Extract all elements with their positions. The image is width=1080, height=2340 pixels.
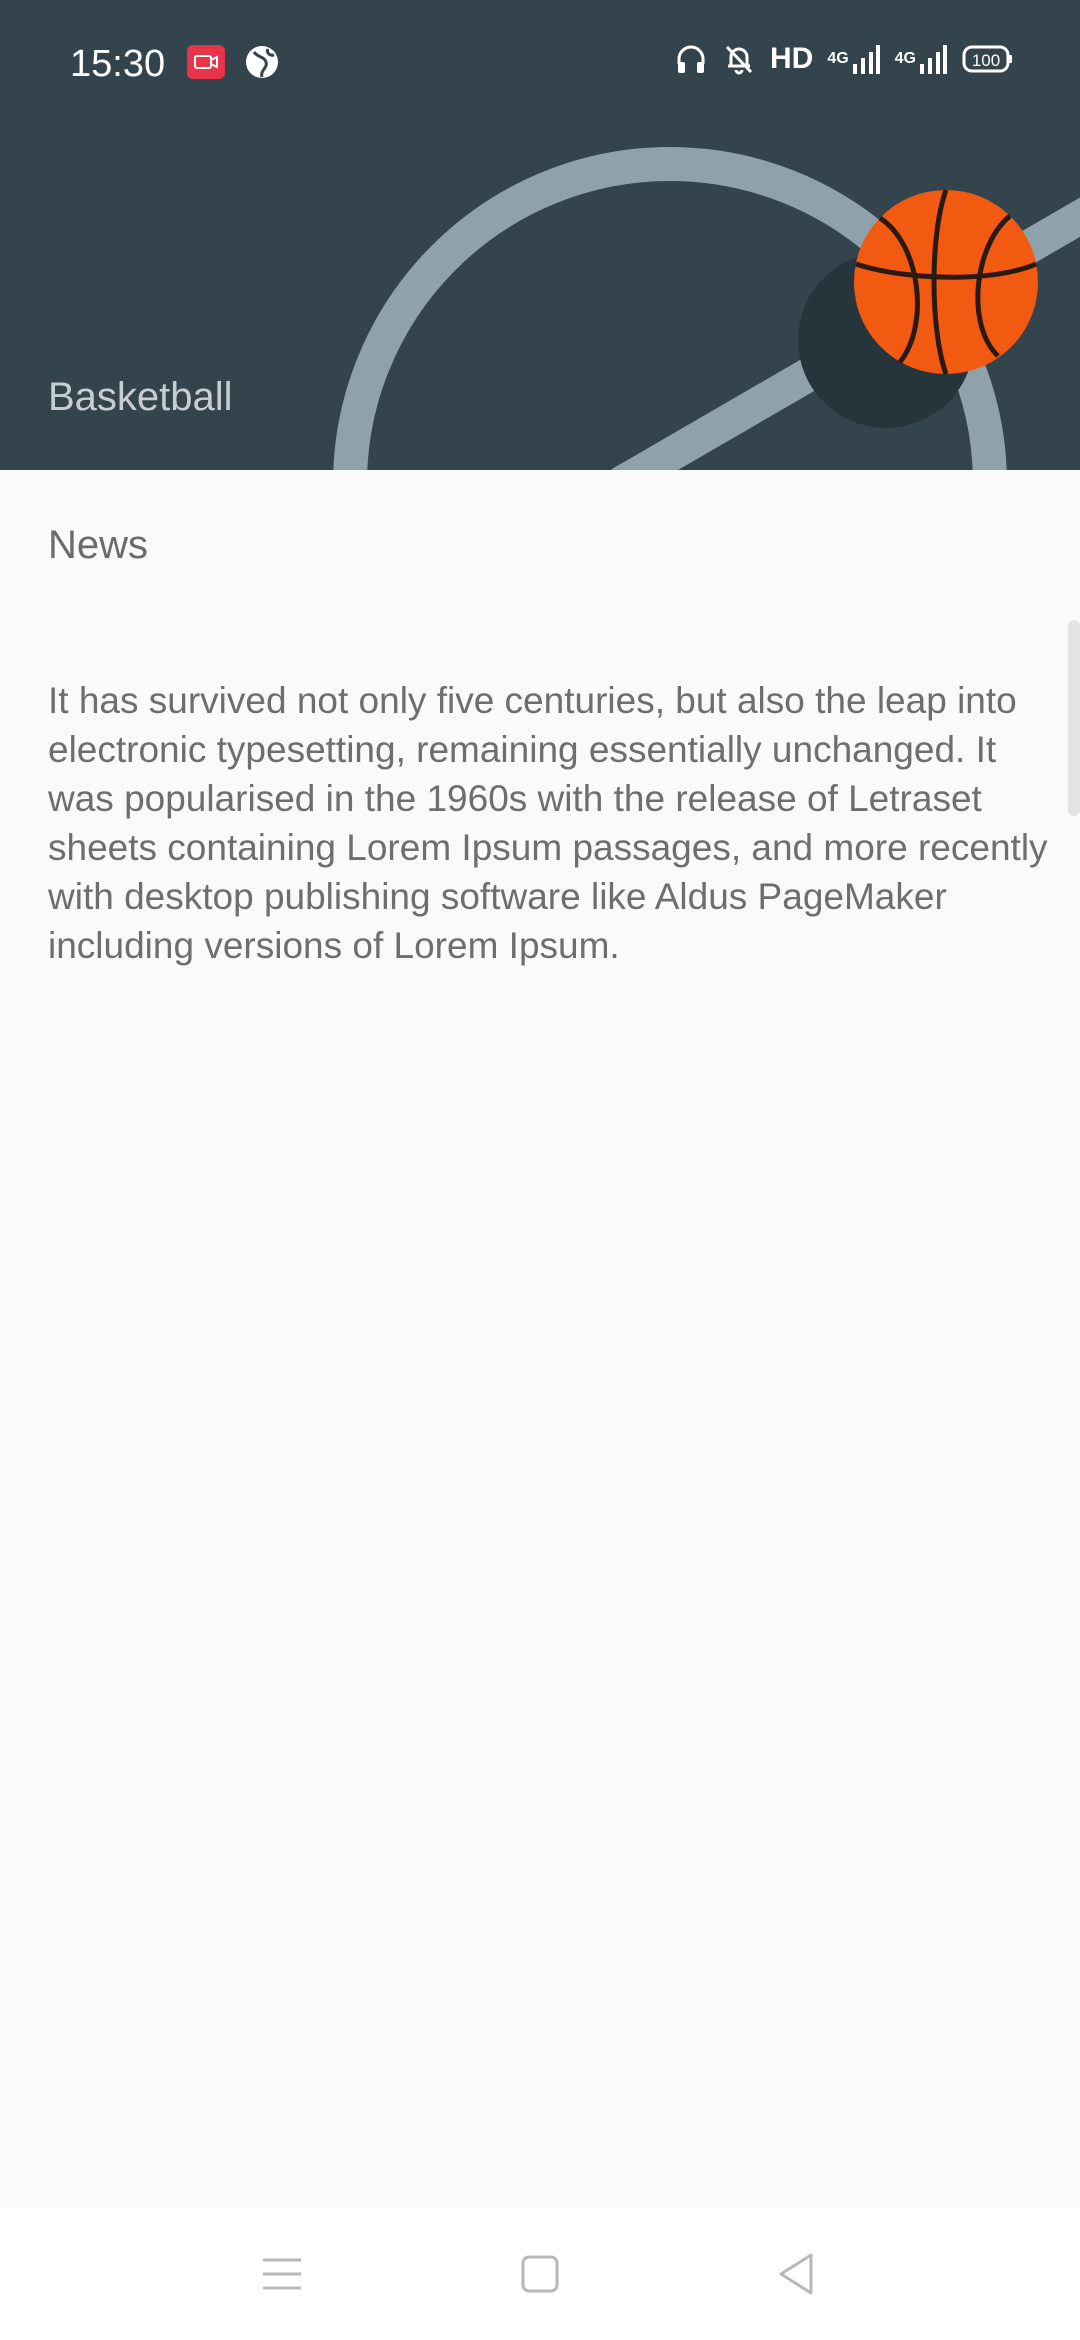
- headphones-icon: [674, 42, 708, 76]
- menu-icon: [263, 2258, 301, 2290]
- app-header: Basketball: [0, 94, 1080, 470]
- menu-button[interactable]: [238, 2230, 326, 2318]
- section-title: News: [48, 523, 149, 567]
- battery-icon: 100: [962, 44, 1014, 74]
- bell-off-icon: [722, 42, 756, 76]
- status-left-icons: [186, 44, 280, 80]
- system-nav-bar: [0, 2208, 1080, 2340]
- globe-icon: [244, 44, 280, 80]
- basketball-icon: [854, 189, 1038, 375]
- news-content[interactable]: News It has survived not only five centu…: [0, 470, 1080, 2208]
- hd-icon: HD: [769, 42, 814, 75]
- signal-4g-icon: 4G: [895, 42, 948, 76]
- signal-4g-icon: 4G: [827, 42, 880, 76]
- page-title: Basketball: [48, 375, 233, 419]
- battery-level: 100: [972, 51, 1000, 70]
- status-bar: 15:30 HD 4G 4G 100: [0, 0, 1080, 94]
- app-screen: 15:30 HD 4G 4G 100 Basketball News It ha…: [0, 0, 1080, 2340]
- status-right-icons: HD 4G 4G 100: [674, 42, 1014, 76]
- back-icon: [779, 2253, 813, 2295]
- network-label: 4G: [894, 50, 916, 67]
- status-time: 15:30: [70, 43, 166, 85]
- scrollbar-thumb[interactable]: [1068, 620, 1080, 816]
- news-body-text: It has survived not only five centuries,…: [48, 680, 1048, 966]
- home-button[interactable]: [496, 2230, 584, 2318]
- home-icon: [521, 2255, 559, 2293]
- back-button[interactable]: [752, 2230, 840, 2318]
- network-label: 4G: [827, 50, 849, 67]
- screen-record-icon: [186, 44, 226, 80]
